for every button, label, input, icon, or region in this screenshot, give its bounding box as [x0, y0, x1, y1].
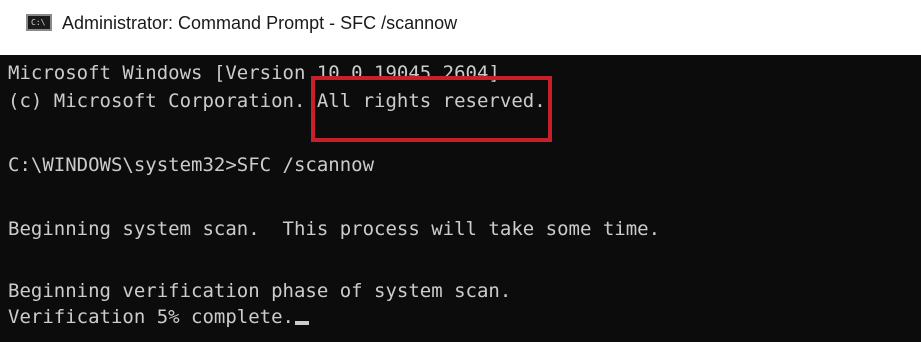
progress-line: Verification 5% complete.: [8, 305, 309, 329]
title-bar[interactable]: C:\ Administrator: Command Prompt - SFC …: [0, 0, 921, 46]
command-highlight-box: [311, 76, 552, 142]
window-title: Administrator: Command Prompt - SFC /sca…: [62, 13, 458, 33]
cmd-icon: C:\: [26, 14, 52, 31]
progress-text: Verification 5% complete.: [8, 306, 294, 328]
verification-line: Beginning verification phase of system s…: [8, 280, 512, 302]
command-text: SFC /scannow: [236, 154, 375, 176]
text-cursor: [294, 321, 309, 325]
prompt-path: C:\WINDOWS\system32>: [8, 154, 237, 176]
command-prompt-window: C:\ Administrator: Command Prompt - SFC …: [0, 0, 921, 342]
scan-line: Beginning system scan. This process will…: [8, 218, 661, 240]
command-line: C:\WINDOWS\system32>SFC /scannow: [8, 153, 374, 177]
